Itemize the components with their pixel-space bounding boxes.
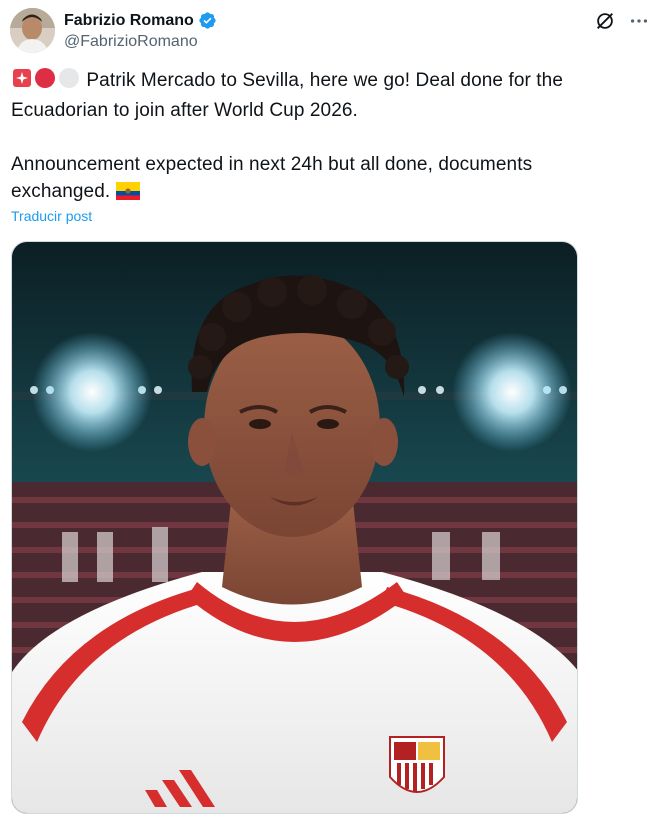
verified-badge-icon[interactable] (198, 11, 217, 30)
ecuador-flag-emoji (115, 181, 140, 208)
sevilla-crest (389, 736, 445, 793)
more-icon[interactable] (628, 10, 650, 32)
grok-icon[interactable] (594, 10, 616, 32)
white-circle-emoji (57, 67, 81, 97)
tweet-line-2: Announcement expected in next 24h but al… (11, 154, 533, 202)
author-name[interactable]: Fabrizio Romano (64, 12, 194, 30)
player-photo[interactable] (11, 241, 578, 814)
tweet-text: Patrik Mercado to Sevilla, here we go! D… (11, 67, 611, 208)
siren-emoji (11, 67, 33, 97)
post-header: Fabrizio Romano @FabrizioRomano (10, 8, 650, 56)
avatar[interactable] (10, 8, 55, 53)
tweet-line-1: Patrik Mercado to Sevilla, here we go! D… (11, 70, 564, 121)
translate-link[interactable]: Traducir post (11, 208, 92, 224)
red-circle-emoji (33, 67, 57, 97)
author-handle[interactable]: @FabrizioRomano (64, 33, 198, 51)
